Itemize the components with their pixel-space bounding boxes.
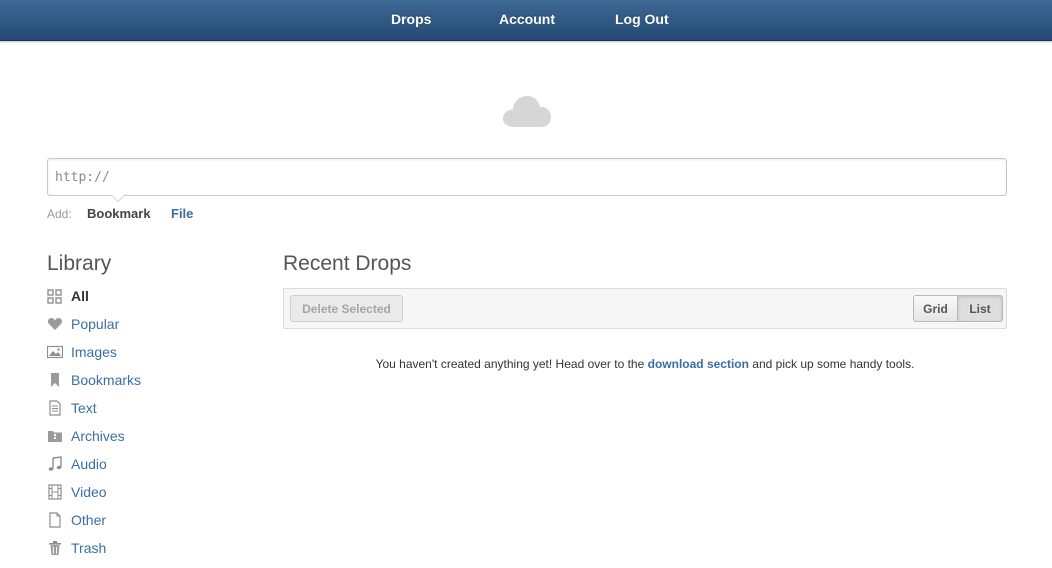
- library-item-label: Trash: [71, 540, 107, 556]
- library-item-images[interactable]: Images: [47, 341, 227, 363]
- delete-selected-button[interactable]: Delete Selected: [290, 295, 403, 322]
- library-item-trash[interactable]: Trash: [47, 537, 227, 559]
- library-item-bookmarks[interactable]: Bookmarks: [47, 369, 227, 391]
- grid-icon: [47, 288, 63, 304]
- grid-view-button[interactable]: Grid: [913, 295, 958, 322]
- list-view-button[interactable]: List: [958, 295, 1003, 322]
- cloud-logo-icon: [502, 96, 551, 127]
- library-item-label: Popular: [71, 316, 120, 332]
- library-item-label: Video: [71, 484, 107, 500]
- library-item-label: Bookmarks: [71, 372, 142, 388]
- text-document-icon: [47, 400, 63, 416]
- film-icon: [47, 484, 63, 500]
- add-label: Add:: [47, 207, 72, 221]
- archive-icon: [47, 428, 63, 444]
- library-item-other[interactable]: Other: [47, 509, 227, 531]
- library-item-all[interactable]: All: [47, 285, 227, 307]
- bookmark-icon: [47, 372, 63, 388]
- library-item-label: Text: [71, 400, 97, 416]
- image-icon: [47, 344, 63, 360]
- library-item-video[interactable]: Video: [47, 481, 227, 503]
- empty-state-message: You haven't created anything yet! Head o…: [375, 357, 915, 371]
- add-file-tab[interactable]: File: [171, 206, 193, 221]
- url-input[interactable]: [47, 158, 1007, 196]
- library-item-label: All: [71, 288, 89, 304]
- drops-toolbar: Delete Selected Grid List: [283, 288, 1007, 329]
- nav-account-link[interactable]: Account: [499, 11, 555, 27]
- heart-icon: [47, 316, 63, 332]
- blank-document-icon: [47, 512, 63, 528]
- library-item-label: Images: [71, 344, 117, 360]
- nav-logout-link[interactable]: Log Out: [615, 11, 669, 27]
- trash-icon: [47, 540, 63, 556]
- library-heading: Library: [47, 252, 112, 275]
- library-item-text[interactable]: Text: [47, 397, 227, 419]
- music-note-icon: [47, 456, 63, 472]
- library-item-popular[interactable]: Popular: [47, 313, 227, 335]
- recent-drops-heading: Recent Drops: [283, 252, 412, 275]
- top-navbar: Drops Account Log Out: [0, 0, 1052, 41]
- library-item-label: Archives: [71, 428, 125, 444]
- library-item-label: Audio: [71, 456, 107, 472]
- add-bookmark-tab[interactable]: Bookmark: [87, 206, 151, 221]
- library-item-archives[interactable]: Archives: [47, 425, 227, 447]
- nav-drops-link[interactable]: Drops: [391, 11, 431, 27]
- library-item-label: Other: [71, 512, 107, 528]
- library-item-audio[interactable]: Audio: [47, 453, 227, 475]
- download-section-link[interactable]: download section: [648, 357, 749, 371]
